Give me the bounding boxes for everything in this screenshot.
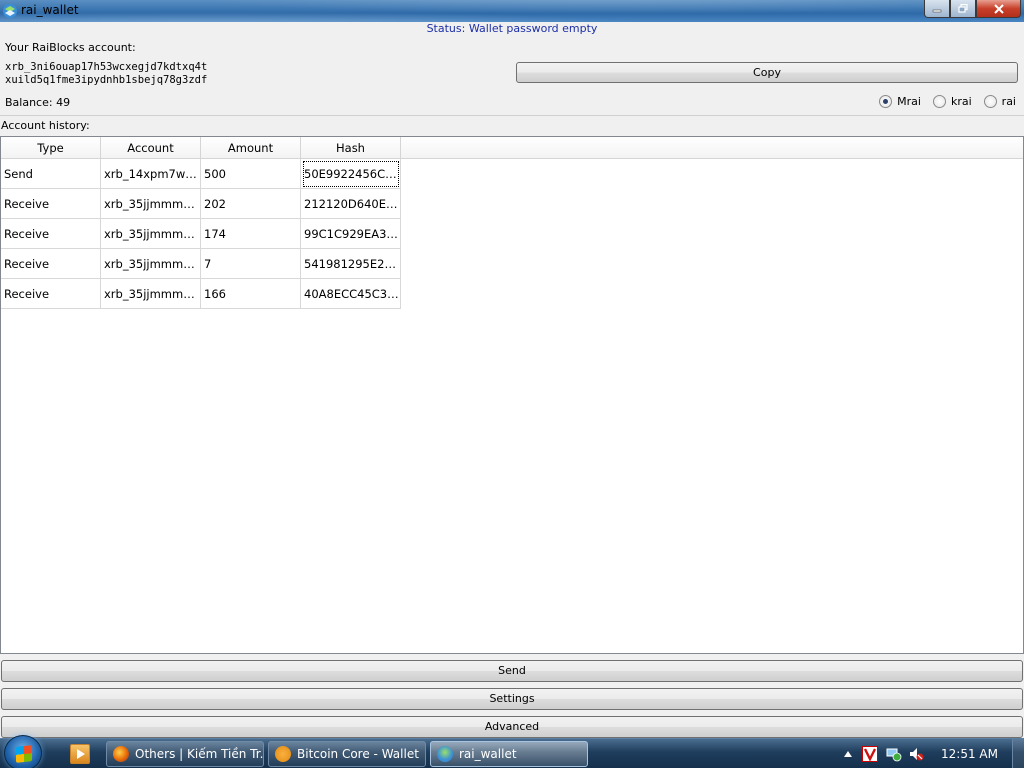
cell-amount[interactable]: 7 bbox=[201, 249, 301, 279]
media-player-icon[interactable] bbox=[70, 744, 90, 764]
cell-hash[interactable]: 50E9922456CF5... bbox=[301, 159, 401, 189]
settings-button[interactable]: Settings bbox=[1, 688, 1023, 710]
cell-hash[interactable]: 212120D640E89... bbox=[301, 189, 401, 219]
column-header-hash[interactable]: Hash bbox=[301, 137, 401, 159]
cell-type[interactable]: Receive bbox=[1, 189, 101, 219]
divider bbox=[0, 115, 1024, 116]
copy-button[interactable]: Copy bbox=[516, 62, 1018, 83]
cell-hash[interactable]: 99C1C929EA39... bbox=[301, 219, 401, 249]
show-desktop-button[interactable] bbox=[1012, 739, 1024, 768]
bitcoin-icon bbox=[275, 746, 291, 762]
minimize-button[interactable] bbox=[924, 0, 950, 18]
unit-label: krai bbox=[950, 95, 972, 108]
maximize-button[interactable] bbox=[950, 0, 976, 18]
table-row[interactable]: Receive xrb_35jjmmmh... 174 99C1C929EA39… bbox=[1, 219, 401, 249]
taskbar-item-label: Others | Kiếm Tiền Tr... bbox=[135, 747, 264, 761]
taskbar-item-label: Bitcoin Core - Wallet bbox=[297, 747, 419, 761]
status-text: Status: Wallet password empty bbox=[426, 22, 598, 35]
unit-radio-mrai[interactable]: Mrai bbox=[879, 95, 921, 108]
cell-type[interactable]: Receive bbox=[1, 249, 101, 279]
cell-amount[interactable]: 500 bbox=[201, 159, 301, 189]
cell-hash[interactable]: 541981295E2CA... bbox=[301, 249, 401, 279]
balance-text: Balance: 49 bbox=[5, 96, 71, 109]
cell-account[interactable]: xrb_14xpm7wo... bbox=[101, 159, 201, 189]
taskbar: Others | Kiếm Tiền Tr... Bitcoin Core - … bbox=[0, 735, 1024, 768]
column-header-amount[interactable]: Amount bbox=[201, 137, 301, 159]
table-body: Send xrb_14xpm7wo... 500 50E9922456CF5..… bbox=[1, 159, 401, 309]
send-button[interactable]: Send bbox=[1, 660, 1023, 682]
unit-radio-rai[interactable]: rai bbox=[983, 95, 1016, 108]
cell-account[interactable]: xrb_35jjmmmh... bbox=[101, 219, 201, 249]
window-controls bbox=[924, 0, 1021, 18]
start-button-windows-icon[interactable] bbox=[4, 735, 42, 768]
network-icon[interactable] bbox=[886, 746, 902, 762]
window-title: rai_wallet bbox=[21, 3, 79, 17]
table-row[interactable]: Receive xrb_35jjmmmh... 7 541981295E2CA.… bbox=[1, 249, 401, 279]
cell-account[interactable]: xrb_35jjmmmh... bbox=[101, 249, 201, 279]
account-label: Your RaiBlocks account: bbox=[5, 41, 136, 54]
cell-amount[interactable]: 174 bbox=[201, 219, 301, 249]
raiblocks-logo-icon bbox=[3, 4, 17, 18]
cell-type[interactable]: Send bbox=[1, 159, 101, 189]
close-icon bbox=[993, 3, 1004, 14]
close-button[interactable] bbox=[976, 0, 1021, 18]
cell-type[interactable]: Receive bbox=[1, 279, 101, 309]
table-header: Type Account Amount Hash bbox=[1, 137, 1023, 159]
radio-unselected-icon bbox=[932, 95, 946, 108]
unit-label: rai bbox=[1001, 95, 1016, 108]
restore-icon bbox=[958, 4, 968, 13]
minimize-icon bbox=[932, 9, 942, 12]
system-tray: 12:51 AM bbox=[834, 739, 1024, 768]
account-address-line-1: xrb_3ni6ouap17h53wcxegjd7kdtxq4t bbox=[5, 61, 208, 73]
table-row[interactable]: Send xrb_14xpm7wo... 500 50E9922456CF5..… bbox=[1, 159, 401, 189]
radio-unselected-icon bbox=[983, 95, 997, 108]
antivirus-v-icon[interactable] bbox=[862, 746, 878, 762]
volume-muted-icon[interactable] bbox=[908, 746, 924, 762]
unit-selector: Mrai krai rai bbox=[879, 95, 1016, 108]
table-row[interactable]: Receive xrb_35jjmmmh... 202 212120D640E8… bbox=[1, 189, 401, 219]
account-address: xrb_3ni6ouap17h53wcxegjd7kdtxq4t xuild5q… bbox=[5, 61, 207, 87]
clock[interactable]: 12:51 AM bbox=[941, 747, 998, 761]
cell-account[interactable]: xrb_35jjmmmh... bbox=[101, 279, 201, 309]
raiblocks-icon bbox=[437, 746, 453, 762]
show-hidden-icons-arrow-icon[interactable] bbox=[844, 751, 852, 757]
firefox-icon bbox=[113, 746, 129, 762]
cell-hash[interactable]: 40A8ECC45C30... bbox=[301, 279, 401, 309]
cell-account[interactable]: xrb_35jjmmmh... bbox=[101, 189, 201, 219]
cell-amount[interactable]: 166 bbox=[201, 279, 301, 309]
radio-selected-icon bbox=[879, 95, 893, 108]
taskbar-item-bitcoin-core[interactable]: Bitcoin Core - Wallet bbox=[268, 741, 426, 767]
table-row[interactable]: Receive xrb_35jjmmmh... 166 40A8ECC45C30… bbox=[1, 279, 401, 309]
account-address-line-2: xuild5q1fme3ipydnhb1sbejq78g3zdf bbox=[5, 74, 208, 86]
title-bar: rai_wallet bbox=[0, 0, 1024, 22]
unit-label: Mrai bbox=[897, 95, 921, 108]
cell-amount[interactable]: 202 bbox=[201, 189, 301, 219]
taskbar-item-firefox[interactable]: Others | Kiếm Tiền Tr... bbox=[106, 741, 264, 767]
taskbar-item-rai-wallet[interactable]: rai_wallet bbox=[430, 741, 588, 767]
advanced-button[interactable]: Advanced bbox=[1, 716, 1023, 738]
column-header-type[interactable]: Type bbox=[1, 137, 101, 159]
history-table[interactable]: Type Account Amount Hash Send xrb_14xpm7… bbox=[0, 136, 1024, 654]
taskbar-item-label: rai_wallet bbox=[459, 747, 517, 761]
history-label: Account history: bbox=[1, 119, 90, 132]
column-header-account[interactable]: Account bbox=[101, 137, 201, 159]
unit-radio-krai[interactable]: krai bbox=[932, 95, 972, 108]
cell-type[interactable]: Receive bbox=[1, 219, 101, 249]
